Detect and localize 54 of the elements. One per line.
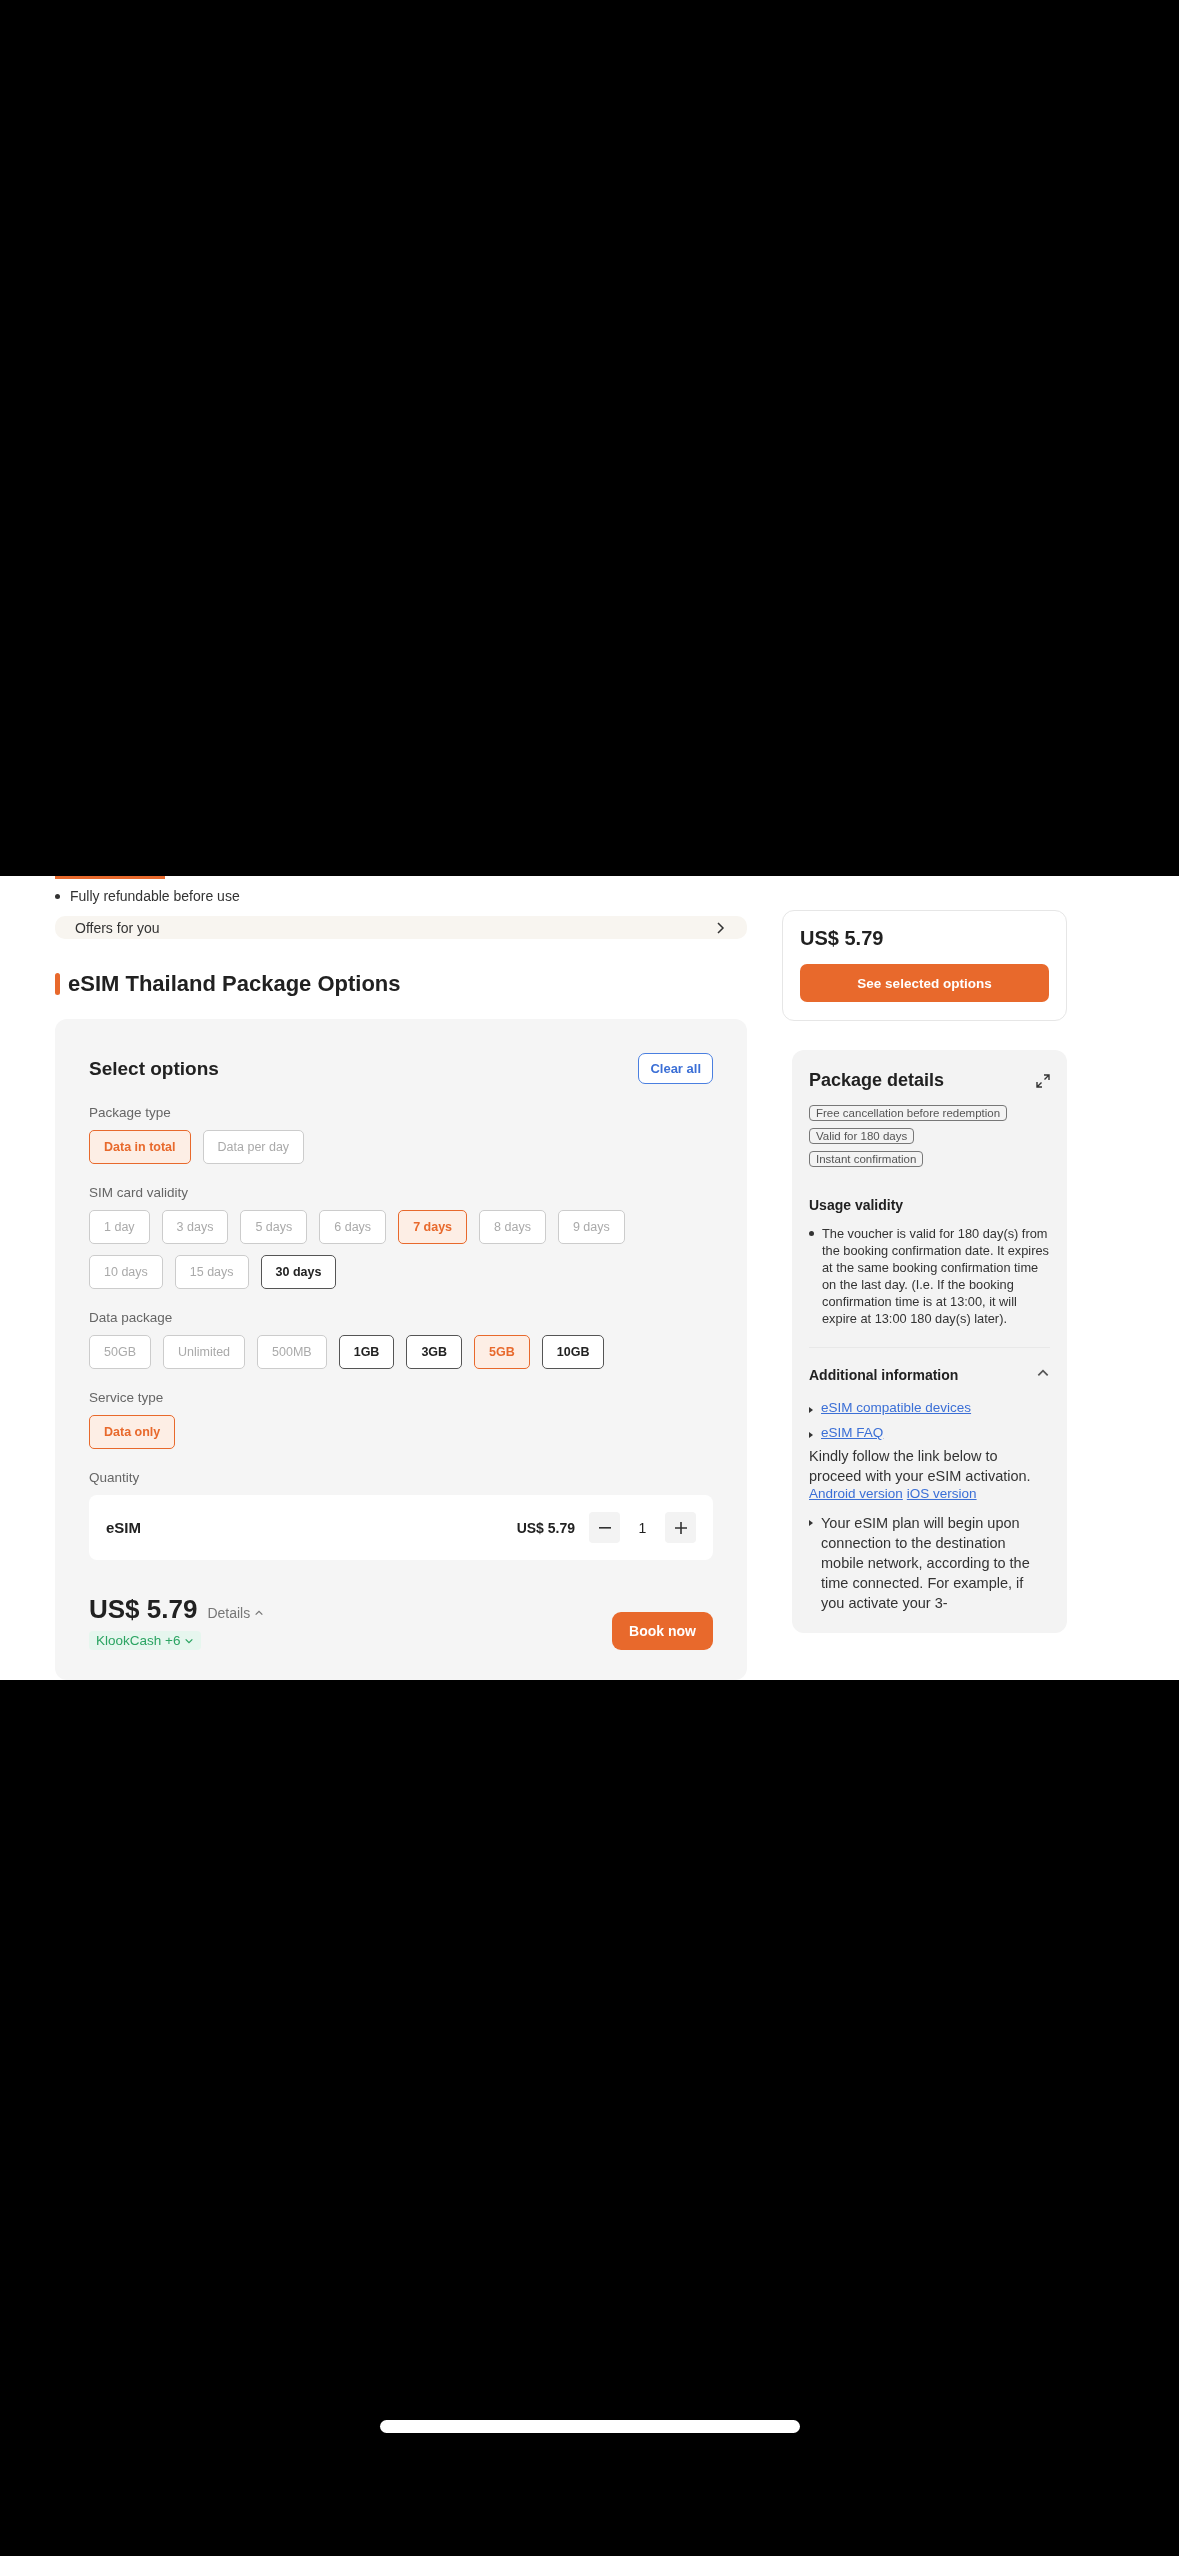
feature-tag: Valid for 180 days <box>809 1128 915 1144</box>
options-title: Select options <box>89 1057 219 1080</box>
bullet-icon <box>809 1231 814 1236</box>
option-label: Package type <box>89 1105 172 1120</box>
note-text: Your eSIM plan will begin upon connection to the destination mobile network, according to the time connected. For example, if you activate your 3- <box>821 1514 1031 1613</box>
section-title: eSIM Thailand Package Options <box>68 971 401 997</box>
price-text: US$ 5.79 <box>800 927 885 950</box>
option-label: Data package <box>89 1310 174 1325</box>
usage-text: The voucher is valid for 180 day(s) from the booking confirmation date. It expires at the same booking confirmation time on the last day. (I.e. If the booking confirmation time is at 13:00, it will expire at 13:00 180 day(s) later). <box>822 1225 1050 1327</box>
option-chip[interactable]: 5GB <box>474 1335 530 1369</box>
info-link[interactable]: eSIM FAQ <box>821 1425 884 1440</box>
bullet-icon <box>809 1432 813 1438</box>
book-now-button[interactable]: Book now <box>612 1612 713 1650</box>
chevron-right-icon <box>715 920 725 935</box>
option-chip[interactable]: Data only <box>89 1415 176 1449</box>
item-name: eSIM <box>106 1519 142 1536</box>
bullet-icon <box>809 1407 813 1413</box>
option-chip[interactable]: 7 days <box>398 1210 468 1244</box>
plus-icon <box>674 1521 687 1534</box>
increment-button[interactable] <box>665 1512 696 1543</box>
offers-bar[interactable]: Offers for you <box>55 916 747 939</box>
option-chip[interactable]: 30 days <box>260 1255 337 1289</box>
highlight-text: Fully refundable before use <box>70 888 240 904</box>
feature-tag: Instant confirmation <box>809 1151 924 1167</box>
section-marker <box>55 973 60 995</box>
see-options-button[interactable]: See selected options <box>800 964 1049 1002</box>
option-label: SIM card validity <box>89 1185 190 1200</box>
activation-text: Kindly follow the link below to proceed with your eSIM activation. <box>809 1447 1032 1486</box>
option-chip[interactable]: Data in total <box>89 1130 191 1164</box>
total-price: US$ 5.79 <box>89 1594 198 1625</box>
decrement-button[interactable] <box>589 1512 620 1543</box>
expand-icon[interactable] <box>1036 1073 1050 1088</box>
caret-up-icon <box>254 1608 265 1618</box>
item-price: US$ 5.79 <box>516 1519 575 1536</box>
option-chip[interactable]: 3GB <box>406 1335 463 1369</box>
quantity-value: 1 <box>637 1519 648 1536</box>
details-toggle[interactable]: Details <box>207 1605 265 1621</box>
cashback-badge[interactable]: KlookCash +6 <box>89 1631 202 1650</box>
additional-title: Additional information <box>809 1367 959 1383</box>
minus-icon <box>598 1526 611 1529</box>
activation-link[interactable]: Android version <box>809 1486 903 1501</box>
activation-link[interactable]: iOS version <box>906 1486 977 1501</box>
bullet-icon <box>809 1520 813 1526</box>
details-title: Package details <box>809 1070 945 1091</box>
info-link[interactable]: eSIM compatible devices <box>821 1400 972 1415</box>
clear-all-button[interactable]: Clear all <box>638 1053 713 1084</box>
quantity-label: Quantity <box>89 1470 141 1485</box>
offers-label: Offers for you <box>75 919 160 936</box>
usage-title: Usage validity <box>809 1197 905 1213</box>
option-label: Service type <box>89 1390 165 1405</box>
option-chip[interactable]: 1GB <box>338 1335 395 1369</box>
option-chip[interactable]: 10GB <box>541 1335 605 1369</box>
bullet-icon <box>55 893 60 899</box>
feature-tag: Free cancellation before redemption <box>809 1105 1008 1121</box>
